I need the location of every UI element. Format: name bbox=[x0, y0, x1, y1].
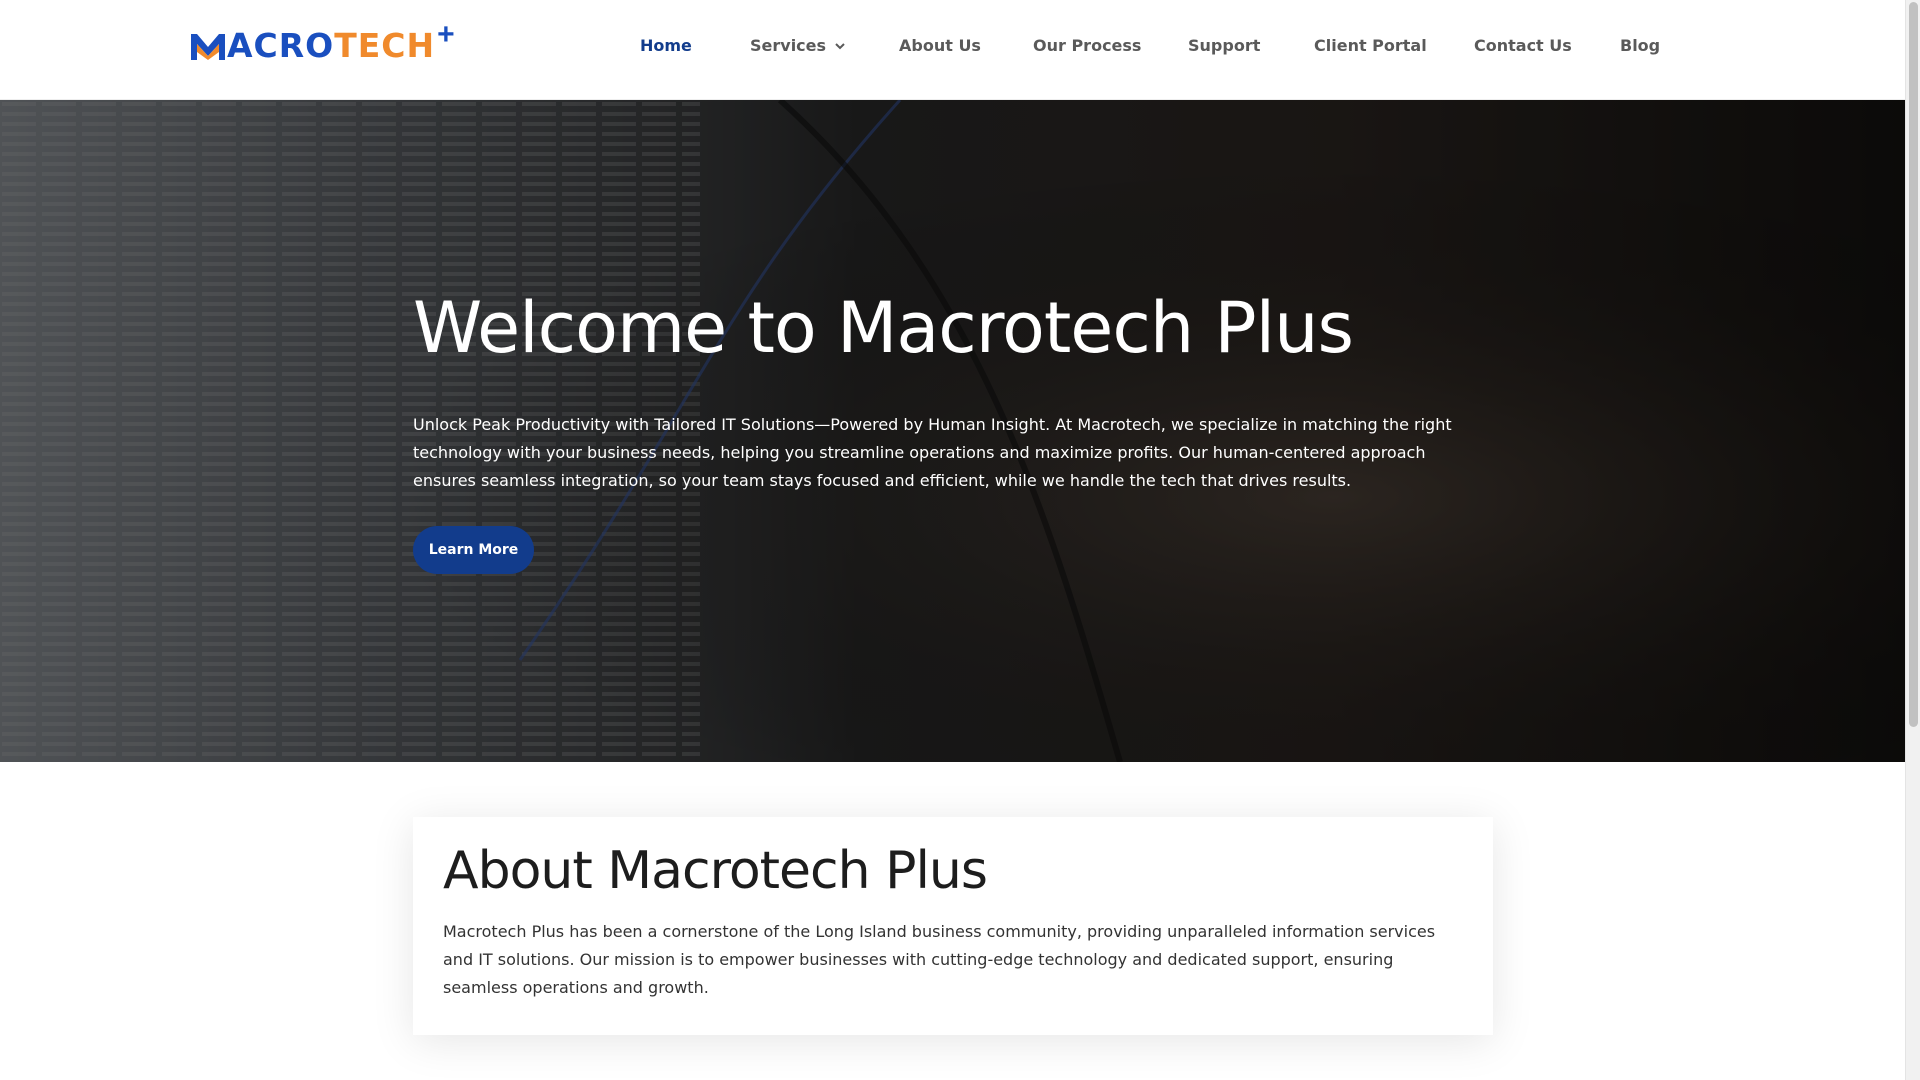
logo-plus: + bbox=[437, 18, 455, 51]
nav-item-support[interactable]: Support bbox=[1188, 36, 1260, 55]
nav-item-label: Our Process bbox=[1033, 36, 1142, 55]
hero-title: Welcome to Macrotech Plus bbox=[413, 287, 1354, 369]
hero-description: Unlock Peak Productivity with Tailored I… bbox=[413, 415, 1452, 490]
nav-item-services[interactable]: Services bbox=[750, 36, 846, 55]
nav-item-client-portal[interactable]: Client Portal bbox=[1314, 36, 1427, 55]
logo-text-tech: TECH bbox=[334, 25, 436, 65]
nav-item-label: Services bbox=[750, 36, 827, 55]
hero-section: Welcome to Macrotech Plus Unlock Peak Pr… bbox=[0, 100, 1905, 762]
about-card: About Macrotech Plus Macrotech Plus has … bbox=[413, 817, 1493, 1035]
chevron-down-icon bbox=[835, 42, 845, 49]
nav-item-label: Client Portal bbox=[1314, 36, 1427, 55]
learn-more-button[interactable]: Learn More bbox=[413, 526, 534, 574]
nav-item-label: Blog bbox=[1620, 36, 1661, 55]
vertical-scrollbar[interactable] bbox=[1905, 0, 1920, 1080]
nav-item-about-us[interactable]: About Us bbox=[899, 36, 981, 55]
nav-item-label: Support bbox=[1188, 36, 1261, 55]
about-title: About Macrotech Plus bbox=[443, 841, 988, 901]
scrollbar-thumb[interactable] bbox=[1909, 2, 1918, 727]
logo-m-mark-icon bbox=[191, 34, 225, 60]
site-logo[interactable]: ACROTECH + bbox=[191, 18, 455, 62]
nav-item-label: Home bbox=[640, 36, 692, 55]
nav-item-our-process[interactable]: Our Process bbox=[1033, 36, 1141, 55]
site-header: ACROTECH + Home Services About Us Our Pr… bbox=[0, 0, 1905, 100]
nav-item-contact-us[interactable]: Contact Us bbox=[1474, 36, 1572, 55]
logo-text-macro: ACRO bbox=[227, 25, 335, 65]
page: ACROTECH + Home Services About Us Our Pr… bbox=[0, 0, 1905, 1080]
nav-item-label: Contact Us bbox=[1474, 36, 1572, 55]
hero-content: Welcome to Macrotech Plus Unlock Peak Pr… bbox=[413, 290, 1493, 574]
nav-item-home[interactable]: Home bbox=[640, 36, 692, 55]
nav-item-label: About Us bbox=[899, 36, 981, 55]
logo-wordmark: ACROTECH bbox=[227, 29, 435, 62]
about-description: Macrotech Plus has been a cornerstone of… bbox=[443, 922, 1436, 998]
nav-item-blog[interactable]: Blog bbox=[1620, 36, 1660, 55]
